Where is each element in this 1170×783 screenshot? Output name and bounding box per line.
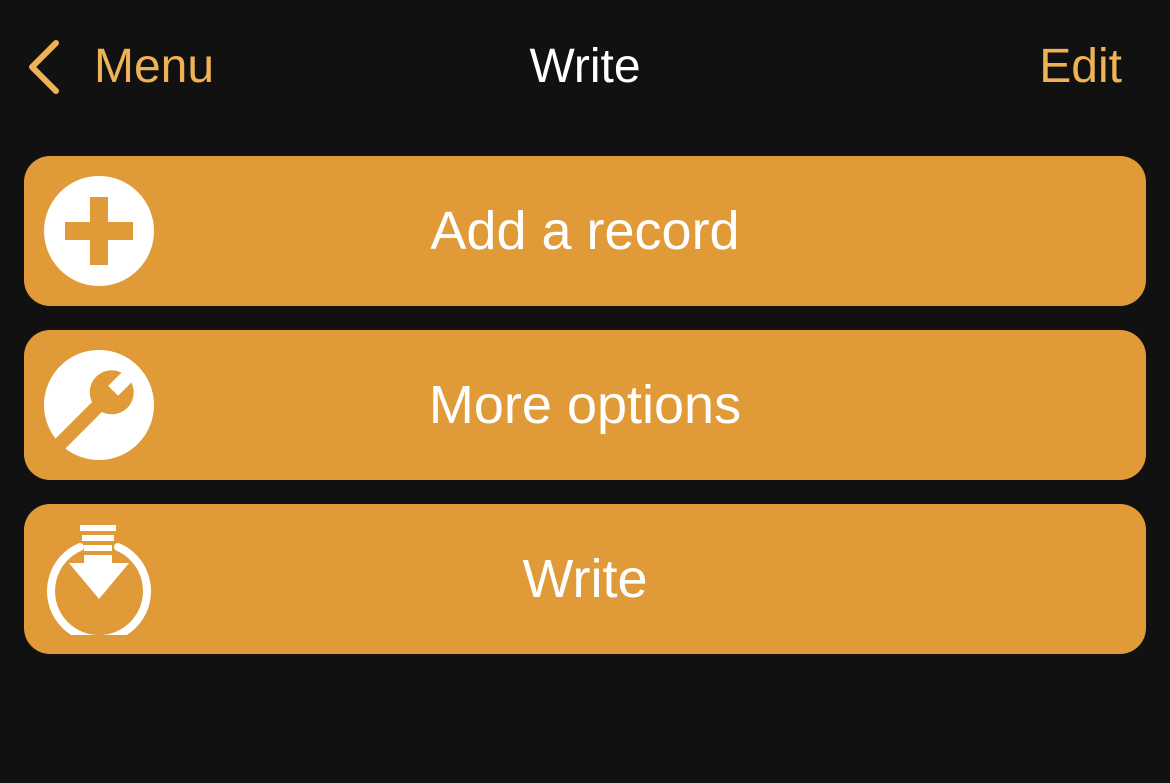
- navigation-bar: Menu Write Edit: [0, 0, 1170, 135]
- add-record-button[interactable]: Add a record: [24, 156, 1146, 306]
- add-record-label: Add a record: [430, 201, 740, 261]
- page-title: Write: [529, 40, 641, 93]
- more-options-button[interactable]: More options: [24, 330, 1146, 480]
- more-options-label: More options: [428, 375, 742, 435]
- edit-button[interactable]: Edit: [1039, 36, 1122, 98]
- write-button[interactable]: Write: [24, 504, 1146, 654]
- write-label: Write: [522, 549, 648, 609]
